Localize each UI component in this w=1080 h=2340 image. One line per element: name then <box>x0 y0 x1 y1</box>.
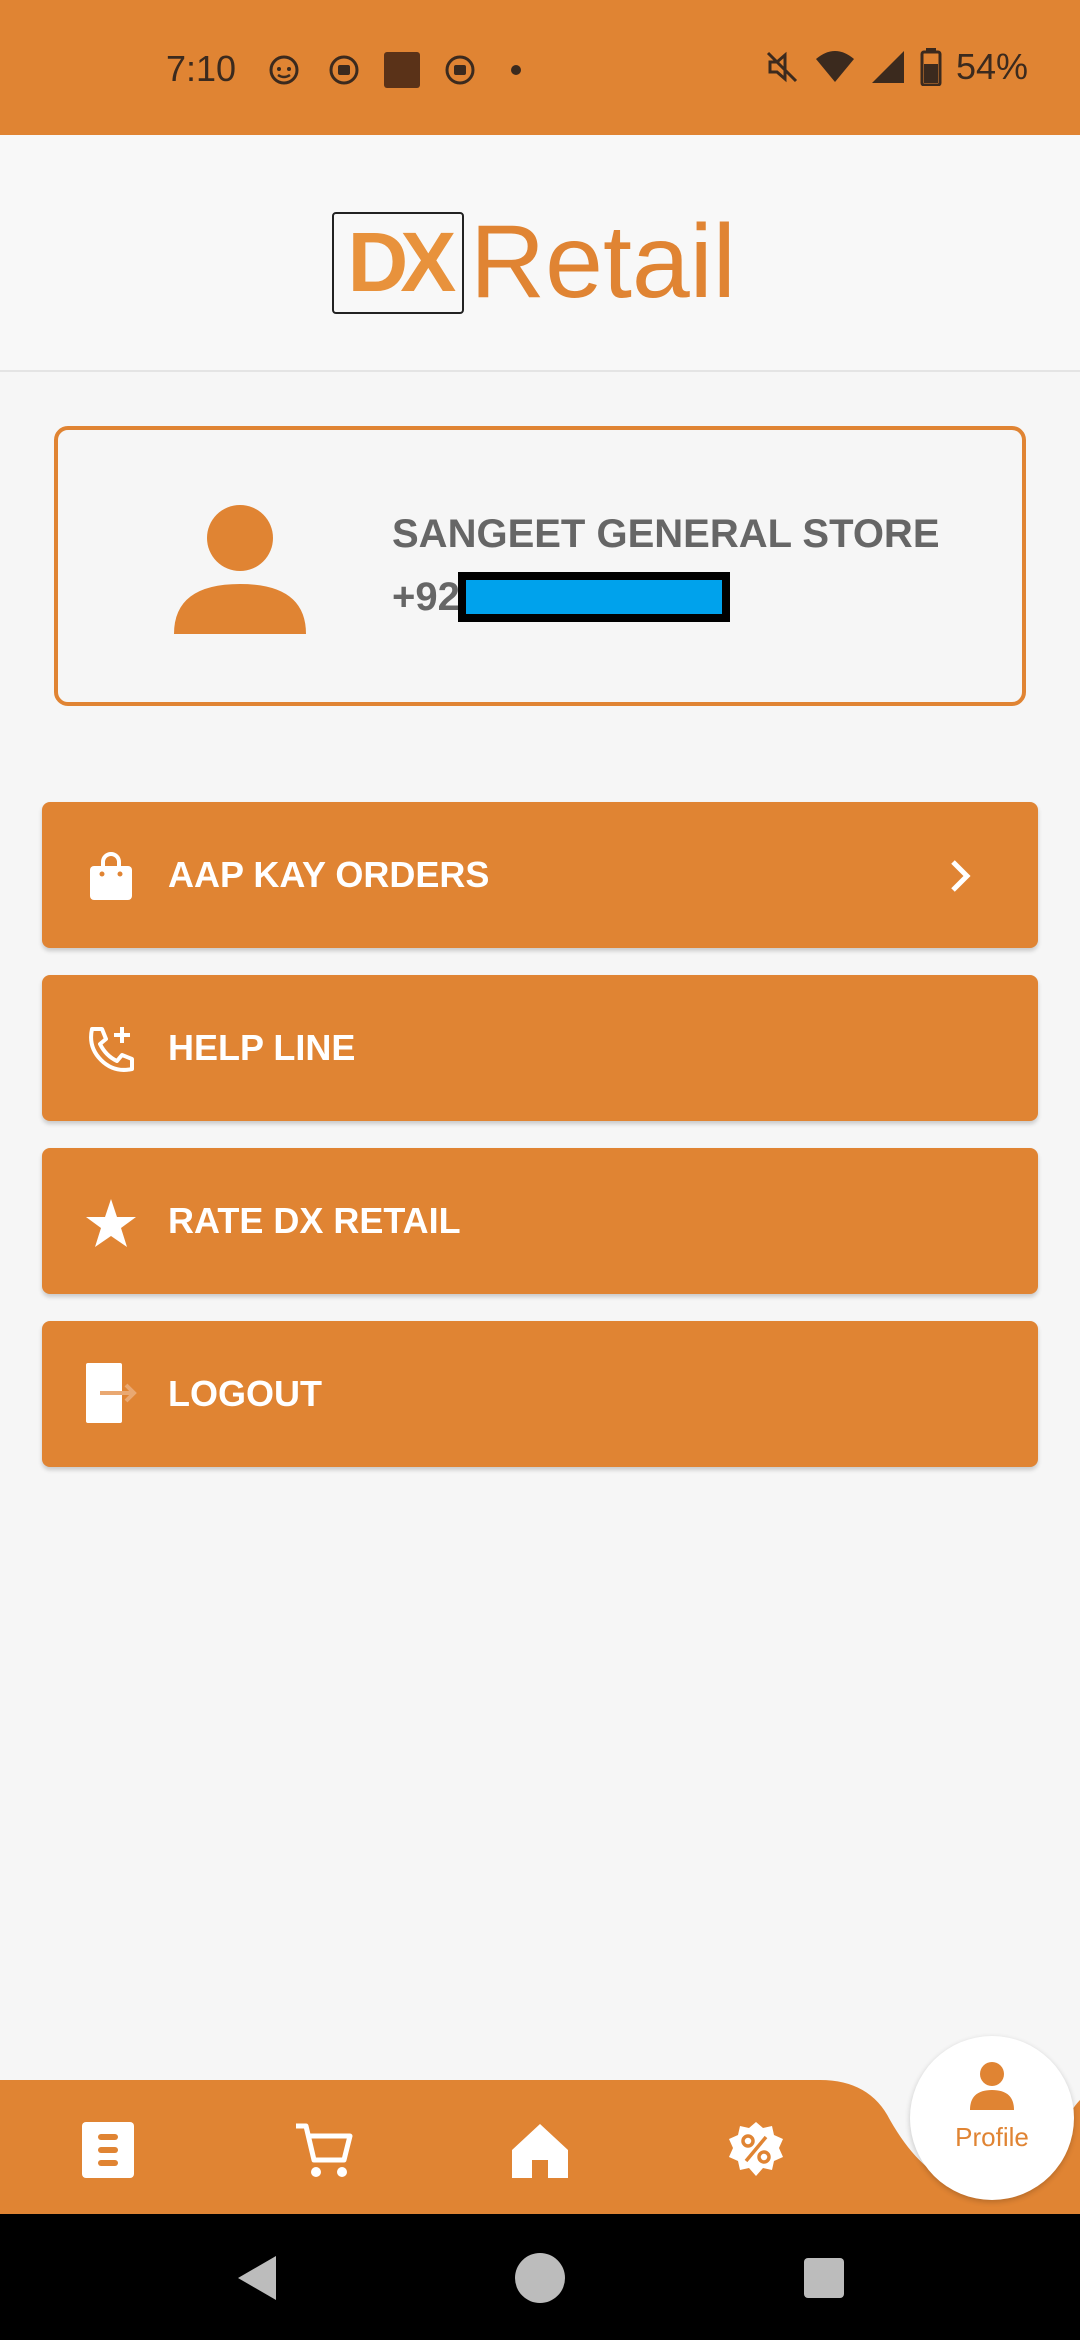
dot-icon <box>511 65 521 75</box>
menu-label-orders: AAP KAY ORDERS <box>168 854 490 895</box>
square-notification-icon <box>384 52 420 88</box>
media-notification-icon <box>329 55 359 85</box>
phone-number: +92 <box>392 572 730 622</box>
store-name: SANGEET GENERAL STORE <box>392 512 940 556</box>
menu-item-helpline[interactable]: HELP LINE <box>42 975 1038 1121</box>
logo-retail-text: Retail <box>470 204 736 320</box>
cellular-signal-icon <box>871 51 904 83</box>
phone-prefix: +92 <box>392 574 460 619</box>
status-time: 7:10 <box>166 48 237 89</box>
person-icon <box>174 505 306 634</box>
app-header: DX Retail <box>0 135 1080 372</box>
menu-label-helpline: HELP LINE <box>168 1027 356 1068</box>
home-icon[interactable] <box>510 2120 570 2180</box>
list-icon[interactable] <box>78 2120 138 2180</box>
menu-label-logout: LOGOUT <box>168 1373 322 1414</box>
profile-nav-button[interactable]: Profile <box>910 2036 1074 2200</box>
mute-icon <box>766 51 797 83</box>
phone-add-icon <box>89 1027 134 1072</box>
recents-icon[interactable] <box>796 2250 852 2306</box>
home-circle-icon[interactable] <box>512 2250 568 2306</box>
menu-label-rate: RATE DX RETAIL <box>168 1200 461 1241</box>
battery-percentage: 54% <box>955 46 1028 87</box>
face-notification-icon <box>269 55 299 85</box>
media-notification-icon-2 <box>445 55 475 85</box>
logo-dx-mark: DX <box>332 211 464 314</box>
cart-icon[interactable] <box>294 2120 354 2180</box>
person-icon <box>970 2062 1014 2110</box>
logo-dx-text: DX <box>347 215 457 309</box>
profile-card: SANGEET GENERAL STORE +92 <box>54 426 1026 706</box>
discount-icon[interactable] <box>726 2120 786 2180</box>
shopping-bag-icon <box>90 852 132 900</box>
status-bar: 7:10 54% <box>0 0 1080 135</box>
app-logo: DX Retail <box>332 203 736 322</box>
profile-menu: AAP KAY ORDERS HELP LINE RATE DX RETAIL … <box>42 802 1038 1494</box>
system-navigation-bar <box>0 2214 1080 2340</box>
status-right-group: 54% <box>764 46 1028 88</box>
logout-icon <box>86 1363 137 1423</box>
back-icon[interactable] <box>230 2250 286 2306</box>
star-icon <box>86 1199 136 1247</box>
battery-icon <box>920 48 942 86</box>
menu-item-logout[interactable]: LOGOUT <box>42 1321 1038 1467</box>
chevron-right-icon <box>951 860 971 892</box>
menu-item-rate[interactable]: RATE DX RETAIL <box>42 1148 1038 1294</box>
wifi-icon <box>815 51 854 82</box>
profile-nav-label: Profile <box>955 2122 1029 2152</box>
menu-item-orders[interactable]: AAP KAY ORDERS <box>42 802 1038 948</box>
phone-redaction <box>457 572 730 622</box>
